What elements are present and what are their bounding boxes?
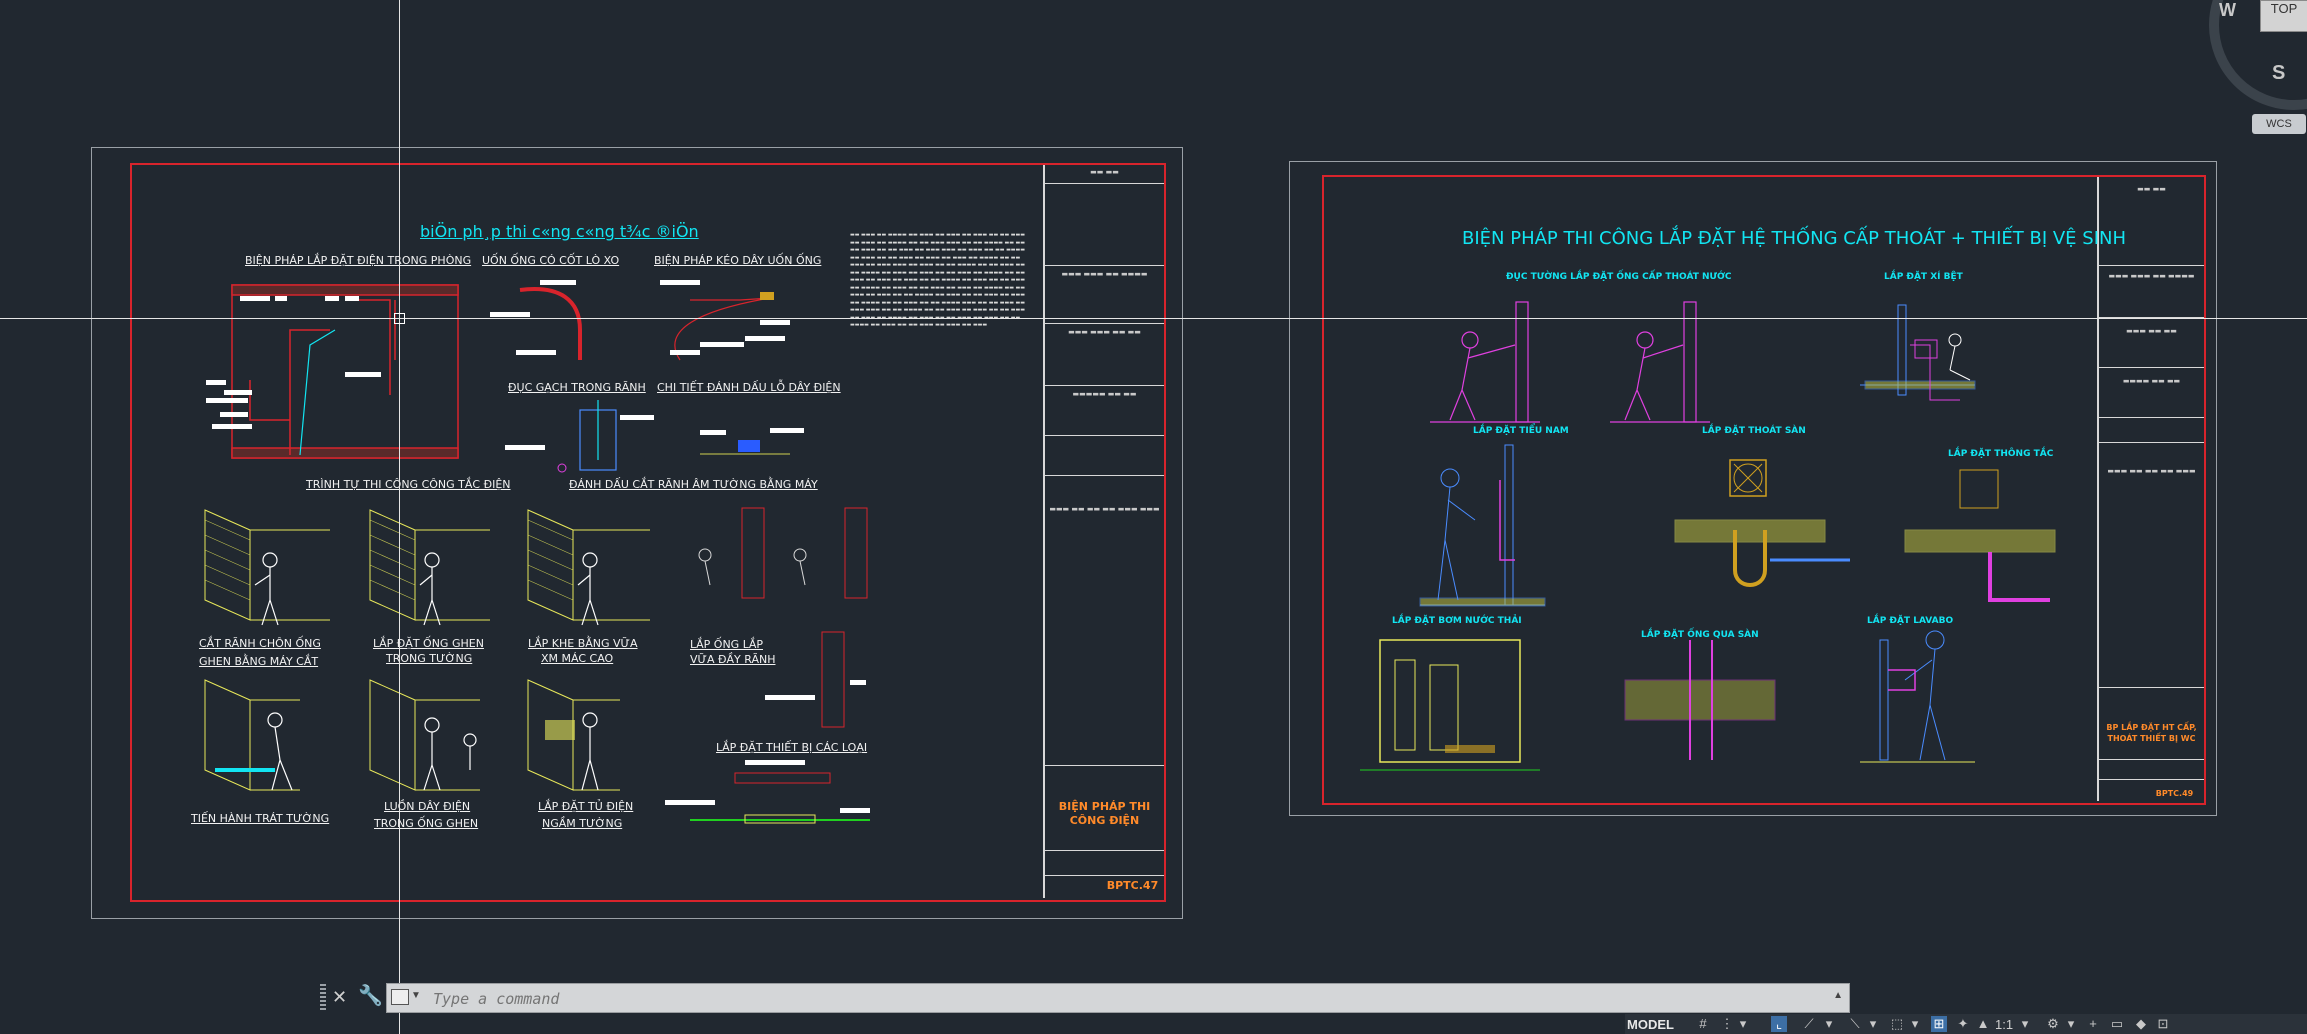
viewcube[interactable]: W TOP S WCS — [2177, 0, 2307, 160]
wrench-icon[interactable]: 🔧 — [358, 984, 383, 1008]
gear-icon[interactable]: ⚙ — [2045, 1016, 2061, 1032]
left-notes-block: ▬▬ ▬▬▬ ▬▬ ▬▬▬▬ ▬▬ ▬▬▬ ▬▬ ▬▬▬ ▬▬ ▬▬▬ ▬▬ ▬… — [850, 232, 1025, 328]
label-lap-ong-lap-1: LẮP ỐNG LẮP — [690, 638, 763, 651]
label-lap-tu-1: LẮP ĐẶT TỦ ĐIỆN — [538, 800, 634, 813]
right-sheet-title: BP LẮP ĐẶT HT CẤP, THOÁT THIẾT BỊ WC — [2106, 723, 2197, 743]
object-snap-icon[interactable]: ⬚ — [1889, 1016, 1905, 1032]
crosshair-horizontal — [0, 318, 2307, 319]
label-lap-ong-lap-2: VỮA ĐẦY RÃNH — [690, 653, 776, 666]
dropdown-icon[interactable]: ▾ — [1735, 1016, 1751, 1032]
label-lap-khe-1: LẮP KHE BẰNG VỮA — [528, 637, 638, 650]
command-input[interactable] — [431, 987, 1815, 1011]
label-keo-day: BIỆN PHÁP KÉO DÂY UỐN ỐNG — [654, 254, 822, 267]
snap-icon[interactable]: ⋮ — [1719, 1016, 1735, 1032]
dropdown-icon[interactable]: ▾ — [1821, 1016, 1837, 1032]
label-thong-tac: LẮP ĐẶT THÔNG TẮC — [1948, 449, 2054, 459]
crosshair-pickbox — [394, 313, 405, 324]
label-danh-dau-cat: ĐÁNH DẤU CẮT RÃNH ÂM TƯỜNG BẰNG MÁY — [569, 478, 818, 491]
label-uon-ong: UỐN ỐNG CÓ CỐT LÒ XO — [482, 254, 620, 267]
hardware-acceleration-icon[interactable]: ▭ — [2109, 1016, 2125, 1032]
isodraft-icon[interactable]: ⟍ — [1847, 1016, 1863, 1032]
model-space-canvas[interactable]: ▬▬ ▬▬ ▬▬▬ ▬▬▬ ▬▬ ▬▬▬▬ ▬▬▬ ▬▬▬ ▬▬ ▬▬ ▬▬▬▬… — [0, 0, 2307, 1034]
clean-screen-icon[interactable]: ⊡ — [2155, 1016, 2171, 1032]
dropdown-icon[interactable]: ▾ — [1907, 1016, 1923, 1032]
label-lap-ong-ghen-1: LẮP ĐẶT ỐNG GHEN — [373, 637, 484, 650]
label-lap-tu-2: NGẦM TƯỜNG — [542, 817, 623, 830]
viewcube-west[interactable]: W — [2219, 0, 2236, 21]
crosshair-vertical — [399, 0, 400, 1034]
right-title-block: ▬▬ ▬▬ ▬▬▬ ▬▬▬ ▬▬ ▬▬▬▬ ▬▬▬ ▬▬ ▬▬ ▬▬▬▬ ▬▬ … — [2097, 177, 2204, 801]
label-lavabo: LẮP ĐẶT LAVABO — [1867, 616, 1954, 626]
wcs-menu[interactable]: WCS — [2252, 114, 2306, 134]
right-sheet-code: BPTC.49 — [2155, 789, 2194, 798]
label-thoat-san: LẮP ĐẶT THOÁT SÀN — [1702, 426, 1806, 436]
close-icon[interactable]: ✕ — [332, 986, 347, 1008]
label-luon-day-1: LUỒN DÂY ĐIỆN — [384, 800, 471, 813]
annotation-visibility-icon[interactable]: ⊞ — [1931, 1016, 1947, 1032]
label-duc-tuong: ĐỤC TƯỜNG LẮP ĐẶT ỐNG CẤP THOÁT NƯỚC — [1506, 272, 1732, 282]
label-cat-ranh-2: GHEN BẰNG MÁY CẮT — [199, 655, 319, 668]
command-line-grip[interactable] — [320, 984, 326, 1010]
plus-icon[interactable]: + — [2085, 1016, 2101, 1032]
label-ong-qua-san: LẮP ĐẶT ỐNG QUA SÀN — [1641, 630, 1759, 640]
label-tieu-nam: LẮP ĐẶT TIỂU NAM — [1473, 426, 1569, 436]
left-drawing-title: biÖn ph¸p thi c«ng c«ng t¾c ®iÖn — [420, 222, 699, 241]
auto-scale-icon[interactable]: ✦ — [1955, 1016, 1971, 1032]
label-lap-khe-2: XM MÁC CAO — [541, 652, 614, 665]
chevron-down-icon[interactable]: ▼ — [411, 990, 421, 1001]
right-drawing-title: BIỆN PHÁP THI CÔNG LẮP ĐẶT HỆ THỐNG CẤP … — [1462, 228, 2127, 249]
dropdown-icon[interactable]: ▾ — [2017, 1016, 2033, 1032]
label-bom-nuoc: LẮP ĐẶT BƠM NƯỚC THẢI — [1392, 616, 1522, 626]
dropdown-icon[interactable]: ▾ — [1865, 1016, 1881, 1032]
model-space-button[interactable]: MODEL — [1627, 1017, 1674, 1032]
viewcube-south[interactable]: S — [2272, 62, 2285, 85]
command-icon[interactable] — [391, 989, 409, 1005]
isolate-objects-icon[interactable]: ◆ — [2133, 1016, 2149, 1032]
left-sheet-title: BIỆN PHÁP THI CÔNG ĐIỆN — [1058, 800, 1151, 827]
label-trat-tuong: TIẾN HÀNH TRÁT TƯỜNG — [191, 812, 330, 825]
right-sheet-border — [1322, 175, 2206, 805]
label-trinh-tu: TRÌNH TỰ THI CÔNG CÔNG TẮC ĐIỆN — [306, 478, 511, 491]
command-line[interactable]: ▼ ▲ — [386, 983, 1850, 1013]
polar-icon[interactable]: ⟋ — [1801, 1016, 1817, 1032]
left-sheet-code: BPTC.47 — [1106, 879, 1159, 892]
chevron-up-icon[interactable]: ▲ — [1833, 990, 1843, 1001]
left-title-block: ▬▬ ▬▬ ▬▬▬ ▬▬▬ ▬▬ ▬▬▬▬ ▬▬▬ ▬▬▬ ▬▬ ▬▬ ▬▬▬▬… — [1043, 165, 1164, 898]
dropdown-icon[interactable]: ▾ — [2063, 1016, 2079, 1032]
label-luon-day-2: TRONG ỐNG GHEN — [374, 817, 479, 830]
grid-icon[interactable]: # — [1695, 1016, 1711, 1032]
label-cat-ranh-1: CẮT RÃNH CHÔN ỐNG — [199, 637, 321, 650]
annotation-scale-icon[interactable]: ▲ — [1975, 1016, 1991, 1032]
annotation-scale[interactable]: 1:1 — [1995, 1017, 2013, 1032]
status-bar: MODEL # ⋮ ▾ ⌞ ⟋ ▾ ⟍ ▾ ⬚ ▾ ⊞ ✦ ▲ 1:1 ▾ ⚙ … — [1625, 1014, 2307, 1034]
viewcube-top-face[interactable]: TOP — [2260, 0, 2307, 32]
label-lap-dat-dien-phong: BIỆN PHÁP LẮP ĐẶT ĐIỆN TRONG PHÒNG — [245, 254, 472, 267]
label-lap-thiet-bi: LẮP ĐẶT THIẾT BỊ CÁC LOẠI — [716, 741, 868, 754]
label-xi-bet: LẮP ĐẶT XÍ BỆT — [1884, 272, 1963, 282]
ortho-icon[interactable]: ⌞ — [1771, 1016, 1787, 1032]
label-duc-gach: ĐỤC GẠCH TRONG RÃNH — [508, 381, 646, 394]
label-danh-dau-lo: CHI TIẾT ĐÁNH DẤU LỖ DÂY ĐIỆN — [657, 381, 841, 394]
